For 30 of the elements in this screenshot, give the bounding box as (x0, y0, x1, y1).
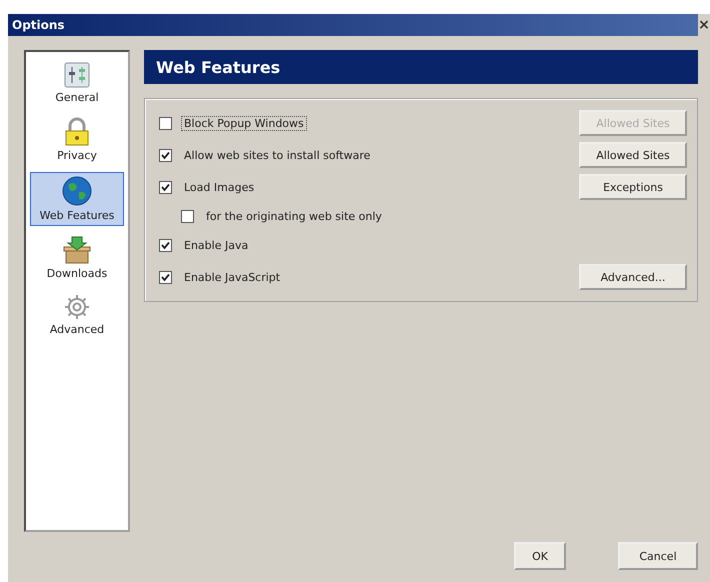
box-icon (61, 235, 93, 265)
option-button[interactable]: Advanced... (579, 264, 687, 290)
dialog-button[interactable]: OK (514, 542, 566, 570)
globe-icon (61, 175, 93, 207)
option-button[interactable]: Allowed Sites (579, 142, 687, 168)
checkbox[interactable] (159, 270, 172, 284)
checkbox[interactable] (159, 238, 172, 252)
option-button[interactable]: Exceptions (579, 174, 687, 200)
checkbox-label: Enable Java (183, 238, 250, 252)
checkbox-label: Load Images (183, 180, 256, 194)
checkbox-label: Allow web sites to install software (183, 148, 372, 162)
checkbox-label: Block Popup Windows (181, 116, 307, 130)
window-title: Options (11, 18, 66, 32)
sliders-icon (63, 61, 91, 89)
padlock-icon (63, 117, 91, 147)
sidebar-item[interactable]: General (30, 58, 124, 108)
panel-header: Web Features (144, 50, 698, 84)
checkbox[interactable] (159, 116, 172, 130)
gear-icon (63, 293, 91, 321)
sidebar-item[interactable]: Web Features (30, 172, 124, 226)
close-button[interactable]: × (698, 14, 710, 36)
sidebar-item[interactable]: Advanced (30, 290, 124, 340)
sidebar-item[interactable]: Downloads (30, 232, 124, 284)
checkbox[interactable] (159, 180, 172, 194)
sidebar-item[interactable]: Privacy (30, 114, 124, 166)
checkbox[interactable] (181, 210, 194, 222)
checkbox-label: for the originating web site only (205, 208, 383, 224)
checkbox-label: Enable JavaScript (183, 270, 282, 284)
checkbox[interactable] (159, 148, 172, 162)
dialog-button[interactable]: Cancel (618, 542, 698, 570)
